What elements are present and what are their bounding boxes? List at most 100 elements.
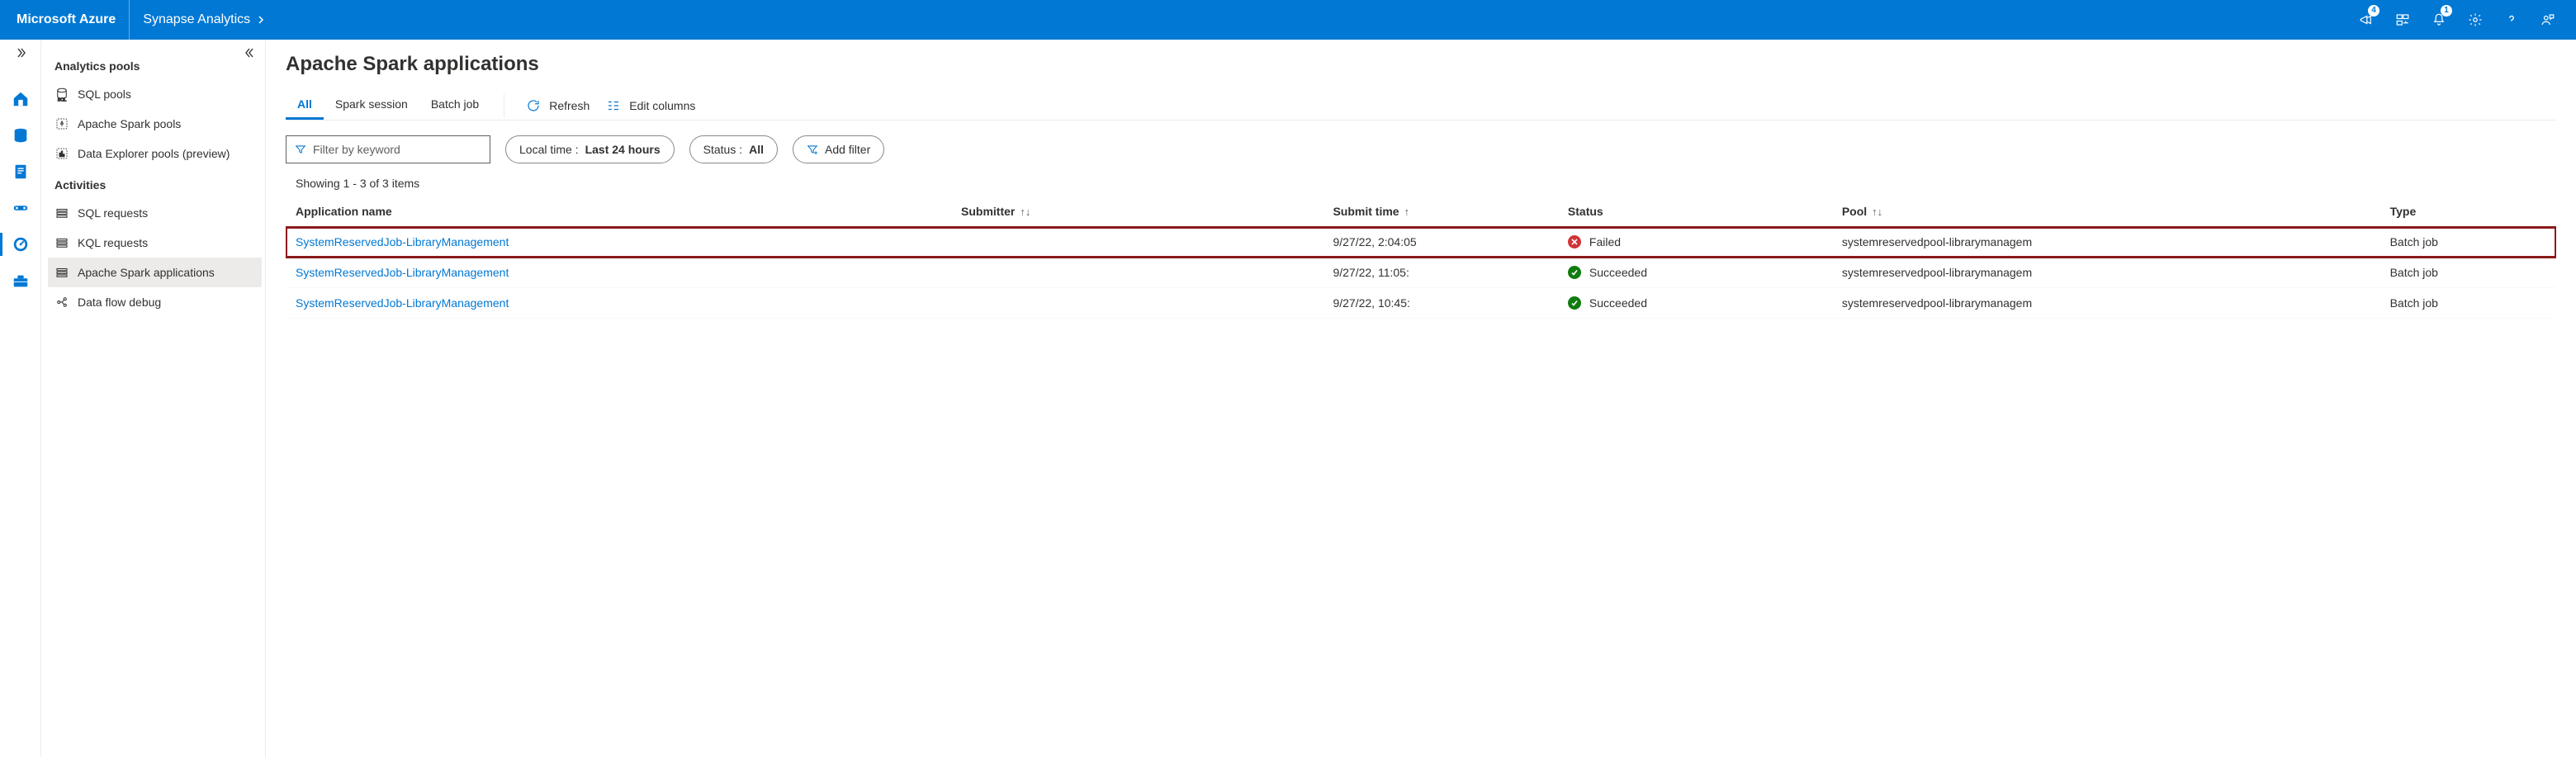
pipeline-icon [12,199,30,217]
table-row[interactable]: SystemReservedJob-LibraryManagement9/27/… [286,288,2556,319]
toolbox-icon [12,272,30,290]
tab-spark-session[interactable]: Spark session [324,91,419,120]
sidebar: Analytics pools SQL SQL pools Apache Spa… [41,40,266,757]
kql-requests-icon [54,235,69,250]
edit-columns-button[interactable]: Edit columns [598,95,703,116]
col-label: Submit time [1333,205,1399,218]
filter-keyword-input[interactable] [313,143,481,156]
sidebar-item-dataflow-debug[interactable]: Data flow debug [48,287,262,317]
showing-count: Showing 1 - 3 of 3 items [296,177,2556,190]
sql-requests-icon [54,206,69,220]
left-rail [0,40,41,757]
cell-status: Failed [1558,227,1832,258]
directories-button[interactable] [2384,0,2421,40]
table-scroll[interactable]: Application name Submitter↑↓ Submit time… [286,196,2556,757]
table-row[interactable]: SystemReservedJob-LibraryManagement9/27/… [286,227,2556,258]
cell-submit-time: 9/27/22, 11:05: [1323,258,1557,288]
settings-button[interactable] [2457,0,2493,40]
time-filter-pill[interactable]: Local time : Last 24 hours [505,135,675,163]
chevron-double-icon [14,46,27,59]
cell-type: Batch job [2380,227,2556,258]
sidebar-item-label: Data flow debug [78,296,161,309]
add-filter-button[interactable]: Add filter [793,135,884,163]
cell-pool: systemreservedpool-librarymanagem [1832,288,2380,319]
app-name-link[interactable]: SystemReservedJob-LibraryManagement [296,296,509,310]
cell-pool: systemreservedpool-librarymanagem [1832,227,2380,258]
gauge-icon [12,235,30,253]
status-text: Succeeded [1589,266,1647,279]
service-breadcrumb[interactable]: Synapse Analytics [130,0,278,40]
refresh-icon [526,98,541,113]
status-text: Failed [1589,235,1621,248]
sidebar-item-sql-pools[interactable]: SQL SQL pools [48,79,262,109]
help-button[interactable] [2493,0,2530,40]
service-name: Synapse Analytics [143,12,250,27]
person-feedback-icon [2540,12,2555,27]
collapse-sidebar-button[interactable] [244,46,257,62]
badge-directories: 4 [2368,5,2379,17]
collapse-rail-button[interactable] [14,46,27,79]
cell-status: Succeeded [1558,258,1832,288]
cell-pool: systemreservedpool-librarymanagem [1832,258,2380,288]
col-submitter[interactable]: Submitter↑↓ [951,196,1323,227]
cell-submitter [951,288,1323,319]
app-name-link[interactable]: SystemReservedJob-LibraryManagement [296,235,509,248]
gear-icon [2468,12,2483,27]
cell-app-name[interactable]: SystemReservedJob-LibraryManagement [286,227,951,258]
succeeded-icon [1568,296,1581,310]
cell-type: Batch job [2380,288,2556,319]
time-filter-prefix: Local time : [519,143,579,156]
sidebar-item-kql-requests[interactable]: KQL requests [48,228,262,258]
brand[interactable]: Microsoft Azure [10,0,130,40]
sidebar-section-title: Analytics pools [48,50,262,79]
tab-batch-job[interactable]: Batch job [419,91,490,120]
col-label: Application name [296,205,392,218]
sidebar-item-label: SQL requests [78,206,148,220]
data-explorer-icon [54,146,69,161]
sidebar-item-label: KQL requests [78,236,148,249]
filters-row: Local time : Last 24 hours Status : All … [286,135,2556,163]
sidebar-section-title: Activities [48,168,262,198]
tabs-row: All Spark session Batch job Refresh Edit… [286,91,2556,121]
filter-keyword-input-wrap[interactable] [286,135,490,163]
notifications-button[interactable]: 1 [2421,0,2457,40]
table-row[interactable]: SystemReservedJob-LibraryManagement 9/27/… [286,258,2556,288]
svg-text:SQL: SQL [58,97,67,102]
tab-all[interactable]: All [286,91,324,120]
sidebar-item-spark-pools[interactable]: Apache Spark pools [48,109,262,139]
app-name-link[interactable]: SystemReservedJob-LibraryManagement [296,266,509,279]
rail-home[interactable] [4,83,37,116]
rail-integrate[interactable] [4,192,37,225]
col-type[interactable]: Type [2380,196,2556,227]
succeeded-icon [1568,266,1581,279]
add-filter-label: Add filter [825,143,870,156]
cloud-shell-button[interactable]: 4 [2348,0,2384,40]
refresh-button[interactable]: Refresh [518,95,598,116]
col-submit-time[interactable]: Submit time ↑ [1323,196,1557,227]
col-status[interactable]: Status [1558,196,1832,227]
col-pool[interactable]: Pool↑↓ [1832,196,2380,227]
cell-app-name[interactable]: SystemReservedJob-LibraryManagement [286,258,951,288]
sidebar-item-label: Apache Spark pools [78,117,181,130]
sidebar-item-spark-applications[interactable]: Apache Spark applications [48,258,262,287]
status-filter-pill[interactable]: Status : All [689,135,778,163]
sidebar-item-label: SQL pools [78,88,131,101]
badge-notifications: 1 [2441,5,2452,17]
cell-submitter [951,258,1323,288]
sql-pools-icon: SQL [54,87,69,102]
sidebar-item-sql-requests[interactable]: SQL requests [48,198,262,228]
top-bar: Microsoft Azure Synapse Analytics 4 1 [0,0,2576,40]
feedback-button[interactable] [2530,0,2566,40]
chevron-right-icon [257,16,265,24]
rail-monitor[interactable] [4,228,37,261]
columns-icon [606,98,621,113]
rail-develop[interactable] [4,155,37,188]
cell-app-name[interactable]: SystemReservedJob-LibraryManagement [286,288,951,319]
sort-icon: ↑ [1404,206,1410,218]
rail-data[interactable] [4,119,37,152]
sidebar-item-data-explorer-pools[interactable]: Data Explorer pools (preview) [48,139,262,168]
status-text: Succeeded [1589,296,1647,310]
rail-manage[interactable] [4,264,37,297]
col-app-name[interactable]: Application name [286,196,951,227]
doc-icon [12,163,30,181]
